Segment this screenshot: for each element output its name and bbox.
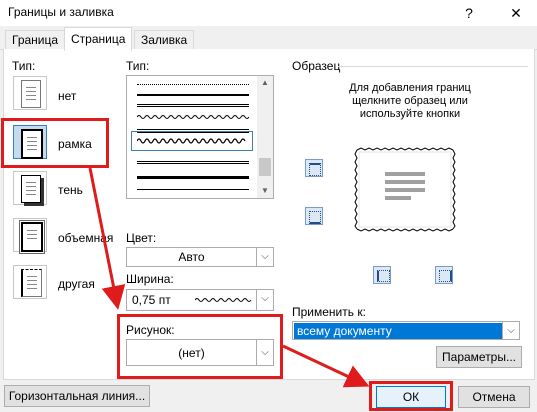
color-value: Авто (178, 250, 205, 264)
color-combo[interactable]: Авто ⌵ (126, 247, 274, 267)
style-row-double[interactable] (137, 104, 249, 107)
help-button[interactable]: ? (458, 2, 480, 24)
border-top-button[interactable] (305, 159, 323, 177)
border-bottom-icon (309, 211, 321, 224)
type-custom-icon[interactable] (13, 265, 47, 299)
preview-hint: Для добавления границ щелкните образец и… (349, 82, 471, 120)
apply-value: всему документу (294, 323, 502, 339)
scroll-down-icon[interactable]: ▼ (257, 184, 273, 198)
color-label: Цвет: (126, 231, 157, 245)
border-style-list[interactable]: ▲ ▼ (126, 75, 274, 199)
style-list-scrollbar[interactable]: ▲ ▼ (257, 76, 273, 198)
width-sample-wave (195, 298, 252, 302)
width-combo[interactable]: 0,75 пт ⌵ (126, 289, 274, 311)
type-3d-label[interactable]: объемная (58, 231, 113, 245)
style-row-selected[interactable] (131, 131, 253, 151)
border-bottom-button[interactable] (305, 207, 323, 225)
chevron-down-icon[interactable]: ⌵ (502, 322, 519, 339)
preview-divider (338, 66, 528, 67)
style-row-double-2[interactable] (137, 161, 249, 164)
style-row-dotted[interactable] (137, 84, 249, 85)
chevron-down-icon[interactable]: ⌵ (256, 290, 273, 310)
type-shadow-label[interactable]: тень (58, 183, 83, 197)
tab-shading[interactable]: Заливка (134, 30, 195, 50)
type-3d-icon[interactable] (13, 218, 47, 254)
type-none-label[interactable]: нет (58, 89, 76, 103)
style-row-solid[interactable] (137, 94, 249, 96)
highlight-box-ok (369, 381, 453, 411)
dialog-title: Границы и заливка (8, 5, 114, 19)
border-right-button[interactable] (435, 266, 453, 284)
preview-page[interactable] (351, 144, 459, 235)
scroll-thumb[interactable] (259, 158, 271, 176)
chevron-down-icon[interactable]: ⌵ (256, 248, 273, 266)
border-top-icon (309, 163, 321, 176)
type-shadow-icon[interactable] (13, 171, 47, 205)
width-label: Ширина: (126, 272, 174, 286)
highlight-box-type (1, 118, 109, 168)
tab-page-border[interactable]: Страница (64, 27, 133, 51)
style-row-thin[interactable] (137, 189, 249, 190)
style-row-wave[interactable] (137, 112, 249, 122)
width-value: 0,75 пт (132, 293, 171, 307)
close-button[interactable]: ✕ (505, 2, 527, 24)
highlight-box-art (117, 314, 283, 379)
style-row-thick[interactable] (137, 176, 249, 179)
apply-combo[interactable]: всему документу ⌵ (292, 321, 520, 340)
horizontal-line-button[interactable]: Горизонтальная линия... (4, 385, 150, 407)
type-none-icon[interactable] (13, 76, 47, 110)
tab-border[interactable]: Граница (5, 30, 66, 50)
apply-label: Применить к: (292, 305, 366, 319)
style-section-label: Тип: (126, 59, 150, 73)
type-custom-label[interactable]: другая (58, 277, 95, 291)
cancel-button[interactable]: Отмена (458, 386, 530, 408)
border-left-button[interactable] (373, 266, 391, 284)
type-section-label: Тип: (12, 59, 36, 73)
border-right-icon (439, 270, 452, 282)
options-button[interactable]: Параметры... (436, 346, 522, 368)
border-left-icon (377, 270, 390, 282)
preview-label: Образец (292, 59, 341, 73)
scroll-up-icon[interactable]: ▲ (257, 76, 273, 90)
